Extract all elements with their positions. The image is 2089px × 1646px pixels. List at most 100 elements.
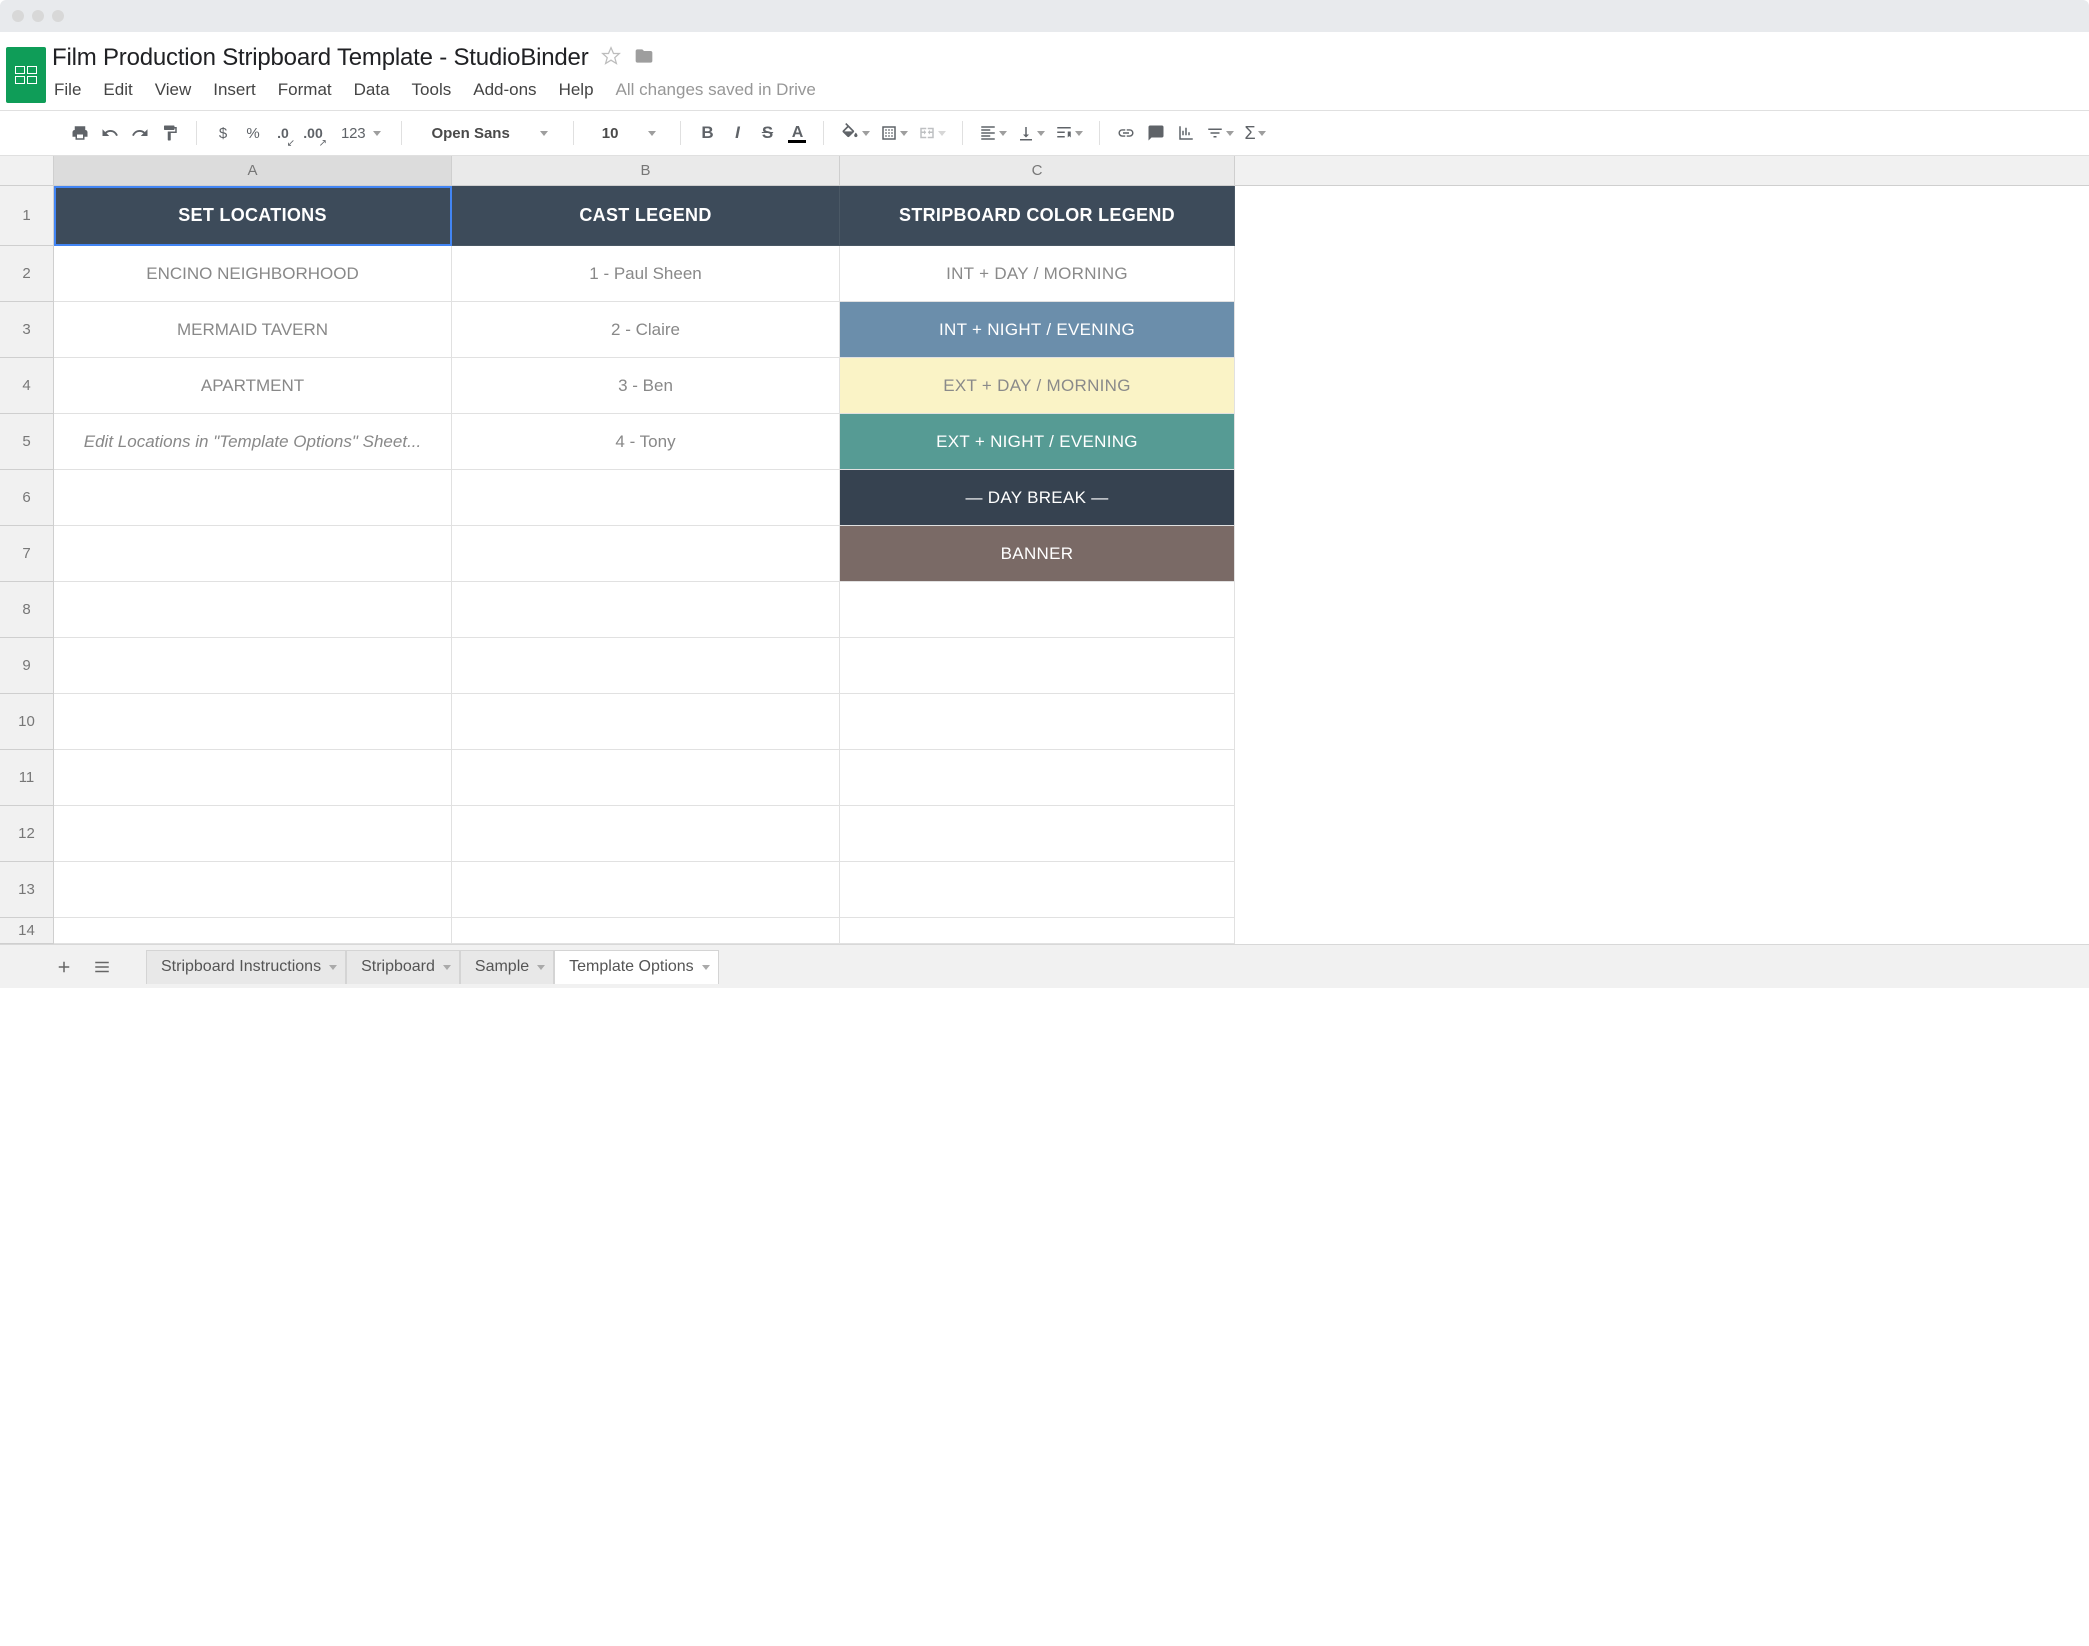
text-wrap-button[interactable]: [1053, 119, 1085, 147]
sheet-tab[interactable]: Stripboard Instructions: [146, 950, 346, 984]
align-v-button[interactable]: [1015, 119, 1047, 147]
row-header[interactable]: 14: [0, 918, 54, 944]
sheet-tab[interactable]: Template Options: [554, 950, 719, 984]
cell-b11[interactable]: [452, 750, 840, 806]
cell-a7[interactable]: [54, 526, 452, 582]
cell-b8[interactable]: [452, 582, 840, 638]
fill-color-button[interactable]: [838, 119, 872, 147]
cell-a5[interactable]: Edit Locations in "Template Options" She…: [54, 414, 452, 470]
insert-link-icon[interactable]: [1114, 119, 1138, 147]
folder-icon[interactable]: [633, 46, 655, 71]
col-header-a[interactable]: A: [54, 156, 452, 185]
spreadsheet-grid[interactable]: A B C 1SET LOCATIONSCAST LEGENDSTRIPBOAR…: [0, 156, 2089, 944]
menu-insert[interactable]: Insert: [213, 80, 256, 100]
borders-button[interactable]: [878, 119, 910, 147]
menu-file[interactable]: File: [54, 80, 81, 100]
menu-help[interactable]: Help: [559, 80, 594, 100]
menu-addons[interactable]: Add-ons: [473, 80, 536, 100]
decrease-decimal[interactable]: .0 ↙: [271, 119, 295, 147]
cell-a6[interactable]: [54, 470, 452, 526]
paint-format-icon[interactable]: [158, 119, 182, 147]
select-all-corner[interactable]: [0, 156, 54, 185]
filter-icon[interactable]: [1204, 119, 1236, 147]
cell-b12[interactable]: [452, 806, 840, 862]
menu-data[interactable]: Data: [354, 80, 390, 100]
cell-a12[interactable]: [54, 806, 452, 862]
merge-cells-button[interactable]: [916, 119, 948, 147]
row-header[interactable]: 7: [0, 526, 54, 582]
row-header[interactable]: 11: [0, 750, 54, 806]
cell-a8[interactable]: [54, 582, 452, 638]
print-icon[interactable]: [68, 119, 92, 147]
sheets-logo[interactable]: [0, 40, 52, 110]
menu-edit[interactable]: Edit: [103, 80, 132, 100]
sheet-tab[interactable]: Sample: [460, 950, 554, 984]
star-icon[interactable]: [601, 46, 621, 71]
cell-c10[interactable]: [840, 694, 1235, 750]
row-header[interactable]: 13: [0, 862, 54, 918]
chevron-down-icon[interactable]: [537, 965, 545, 970]
cell-b3[interactable]: 2 - Claire: [452, 302, 840, 358]
font-size-dropdown[interactable]: 10: [588, 123, 667, 144]
insert-chart-icon[interactable]: [1174, 119, 1198, 147]
menu-tools[interactable]: Tools: [412, 80, 452, 100]
number-format-dropdown[interactable]: 123: [331, 125, 387, 142]
cell-b13[interactable]: [452, 862, 840, 918]
cell-b4[interactable]: 3 - Ben: [452, 358, 840, 414]
format-percent[interactable]: %: [241, 119, 265, 147]
cell-c13[interactable]: [840, 862, 1235, 918]
row-header[interactable]: 6: [0, 470, 54, 526]
cell-c2[interactable]: INT + DAY / MORNING: [840, 246, 1235, 302]
cell-c12[interactable]: [840, 806, 1235, 862]
functions-button[interactable]: Σ: [1242, 119, 1267, 147]
row-header[interactable]: 5: [0, 414, 54, 470]
cell-c4[interactable]: EXT + DAY / MORNING: [840, 358, 1235, 414]
cell-c5[interactable]: EXT + NIGHT / EVENING: [840, 414, 1235, 470]
cell-b7[interactable]: [452, 526, 840, 582]
row-header[interactable]: 2: [0, 246, 54, 302]
chevron-down-icon[interactable]: [443, 965, 451, 970]
add-sheet-button[interactable]: [50, 953, 78, 981]
cell-c3[interactable]: INT + NIGHT / EVENING: [840, 302, 1235, 358]
cell-b6[interactable]: [452, 470, 840, 526]
row-header[interactable]: 1: [0, 186, 54, 246]
cell-b9[interactable]: [452, 638, 840, 694]
sheet-tab[interactable]: Stripboard: [346, 950, 460, 984]
cell-b1[interactable]: CAST LEGEND: [452, 186, 840, 246]
bold-button[interactable]: B: [695, 119, 719, 147]
window-close-dot[interactable]: [12, 10, 24, 22]
italic-button[interactable]: I: [725, 119, 749, 147]
row-header[interactable]: 12: [0, 806, 54, 862]
text-color-button[interactable]: A: [785, 119, 809, 147]
insert-comment-icon[interactable]: [1144, 119, 1168, 147]
cell-c9[interactable]: [840, 638, 1235, 694]
cell-a10[interactable]: [54, 694, 452, 750]
cell-a14[interactable]: [54, 918, 452, 944]
increase-decimal[interactable]: .00 ↗: [301, 119, 325, 147]
cell-c8[interactable]: [840, 582, 1235, 638]
cell-a4[interactable]: APARTMENT: [54, 358, 452, 414]
row-header[interactable]: 3: [0, 302, 54, 358]
row-header[interactable]: 10: [0, 694, 54, 750]
cell-b10[interactable]: [452, 694, 840, 750]
align-h-button[interactable]: [977, 119, 1009, 147]
strikethrough-button[interactable]: S: [755, 119, 779, 147]
cell-c11[interactable]: [840, 750, 1235, 806]
row-header[interactable]: 8: [0, 582, 54, 638]
cell-a2[interactable]: ENCINO NEIGHBORHOOD: [54, 246, 452, 302]
chevron-down-icon[interactable]: [329, 965, 337, 970]
format-currency[interactable]: $: [211, 119, 235, 147]
cell-c7[interactable]: BANNER: [840, 526, 1235, 582]
menu-view[interactable]: View: [155, 80, 192, 100]
redo-icon[interactable]: [128, 119, 152, 147]
undo-icon[interactable]: [98, 119, 122, 147]
font-family-dropdown[interactable]: Open Sans: [416, 122, 558, 145]
window-max-dot[interactable]: [52, 10, 64, 22]
cell-c1[interactable]: STRIPBOARD COLOR LEGEND: [840, 186, 1235, 246]
cell-a13[interactable]: [54, 862, 452, 918]
row-header[interactable]: 4: [0, 358, 54, 414]
col-header-c[interactable]: C: [840, 156, 1235, 185]
chevron-down-icon[interactable]: [702, 965, 710, 970]
doc-title[interactable]: Film Production Stripboard Template - St…: [52, 44, 589, 72]
all-sheets-button[interactable]: [88, 953, 116, 981]
